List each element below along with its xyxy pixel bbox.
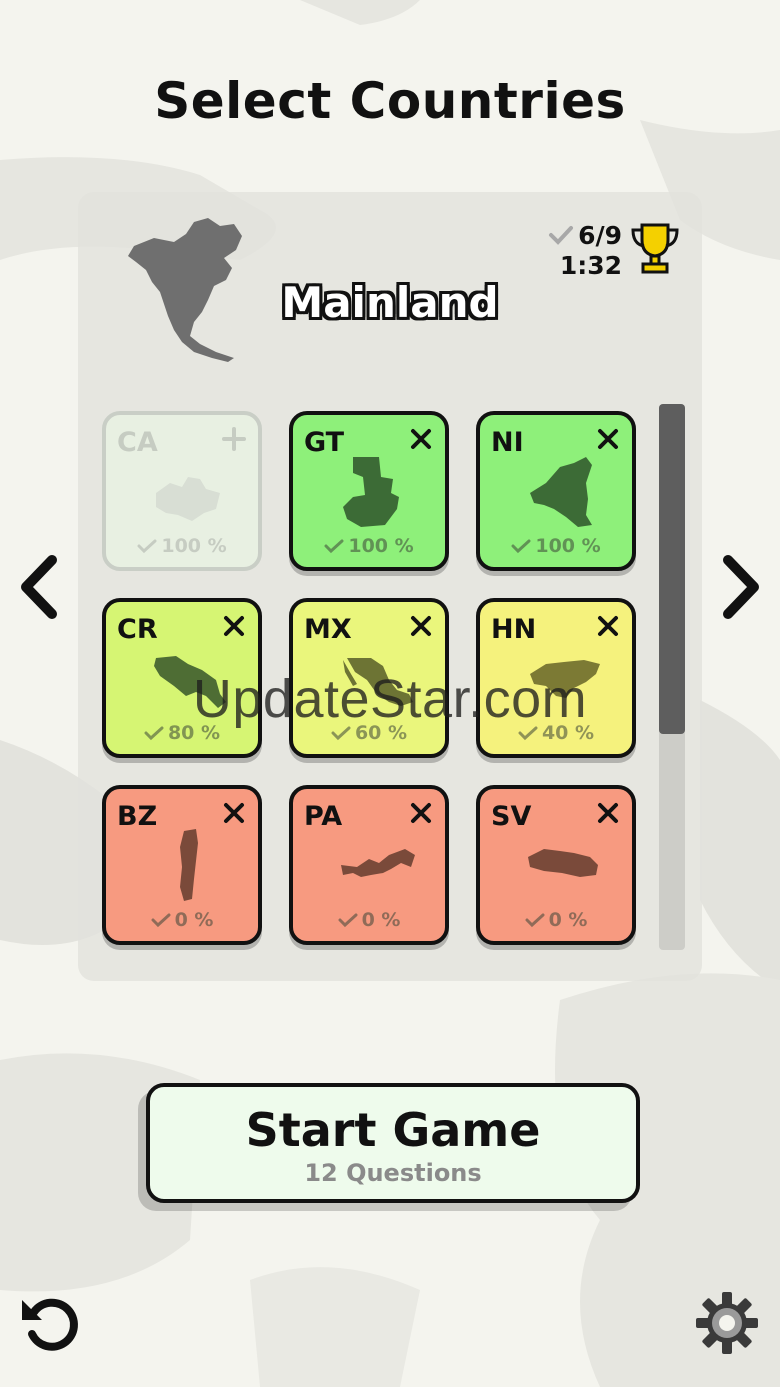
trophy-icon — [631, 223, 679, 274]
canada-shape-icon — [156, 477, 220, 521]
start-game-label: Start Game — [245, 1103, 541, 1157]
country-card-gt[interactable]: GT 100 % — [289, 411, 449, 571]
country-card-bz[interactable]: BZ 0 % — [102, 785, 262, 945]
close-icon[interactable] — [409, 801, 433, 825]
nicaragua-shape-icon — [530, 457, 592, 527]
question-count: 12 Questions — [304, 1159, 482, 1187]
guatemala-shape-icon — [343, 457, 399, 527]
panama-shape-icon — [341, 849, 415, 877]
region-stats: 6/9 1:32 — [540, 220, 622, 280]
page-title: Select Countries — [154, 72, 626, 130]
progress-row: 6/9 — [540, 220, 622, 250]
close-icon[interactable] — [596, 614, 620, 638]
watermark: UpdateStar.com — [192, 669, 588, 729]
start-game-button[interactable]: Start Game 12 Questions — [146, 1083, 640, 1203]
el-salvador-shape-icon — [528, 849, 598, 877]
close-icon[interactable] — [596, 427, 620, 451]
belize-shape-icon — [180, 829, 198, 901]
check-icon — [525, 913, 545, 928]
check-icon — [137, 539, 157, 554]
best-time: 1:32 — [559, 250, 622, 280]
country-percent: 0 % — [106, 909, 258, 931]
add-icon[interactable] — [222, 427, 246, 451]
country-percent: 100 % — [106, 535, 258, 557]
close-icon[interactable] — [222, 801, 246, 825]
country-card-pa[interactable]: PA 0 % — [289, 785, 449, 945]
gear-icon[interactable] — [694, 1290, 760, 1356]
country-card-ca[interactable]: CA 100 % — [102, 411, 262, 571]
chevron-left-icon[interactable] — [18, 554, 62, 620]
progress-count: 6/9 — [578, 220, 622, 250]
check-icon — [338, 913, 358, 928]
country-card-sv[interactable]: SV 0 % — [476, 785, 636, 945]
region-title: Mainland — [281, 278, 499, 327]
country-percent: 100 % — [293, 535, 445, 557]
check-icon — [151, 913, 171, 928]
chevron-right-icon[interactable] — [718, 554, 762, 620]
check-icon — [549, 226, 574, 245]
close-icon[interactable] — [222, 614, 246, 638]
country-percent: 100 % — [480, 535, 632, 557]
time-row: 1:32 — [540, 250, 622, 280]
close-icon[interactable] — [409, 427, 433, 451]
close-icon[interactable] — [409, 614, 433, 638]
country-card-ni[interactable]: NI 100 % — [476, 411, 636, 571]
undo-icon[interactable] — [18, 1290, 84, 1356]
country-percent: 0 % — [480, 909, 632, 931]
check-icon — [511, 539, 531, 554]
close-icon[interactable] — [596, 801, 620, 825]
check-icon — [324, 539, 344, 554]
country-percent: 0 % — [293, 909, 445, 931]
